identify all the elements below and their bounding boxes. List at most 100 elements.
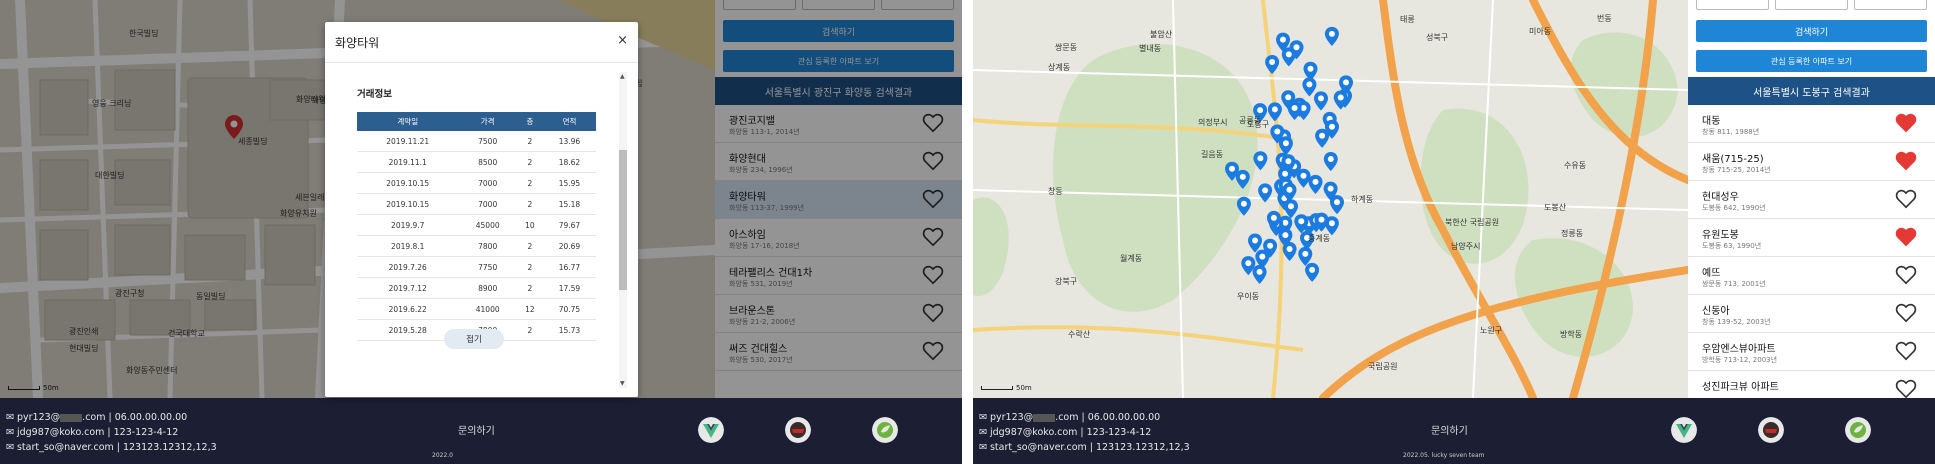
deal-cell: 8500 xyxy=(458,151,517,173)
map-place-label: 불암산 xyxy=(1150,30,1173,39)
fold-button[interactable]: 접기 xyxy=(444,329,504,349)
result-item[interactable]: 유원도봉 도봉동 63, 1990년 xyxy=(1688,219,1935,257)
contact-email[interactable]: jdg987@koko.com xyxy=(990,425,1077,440)
team-logo-icon[interactable] xyxy=(1758,417,1784,443)
apartment-name: 대동 xyxy=(1702,116,1721,127)
deal-cell: 8900 xyxy=(458,277,517,299)
map-place-label: 노원구 xyxy=(1480,326,1503,335)
spring-logo-icon[interactable] xyxy=(872,417,898,443)
spring-logo-icon[interactable] xyxy=(1845,417,1871,443)
search-sidebar: 검색하기 관심 등록한 아파트 보기 서울특별시 도봉구 검색결과 대동 창동 8… xyxy=(1688,0,1935,398)
contact-email[interactable]: start_so@naver.com xyxy=(990,440,1087,455)
scrollbar-thumb[interactable] xyxy=(619,150,627,290)
search-button[interactable]: 검색하기 xyxy=(1696,20,1927,42)
deal-cell: 12 xyxy=(516,298,543,320)
vue-logo-icon[interactable] xyxy=(698,417,724,443)
deal-cell: 2019.6.22 xyxy=(357,298,459,320)
city-select[interactable] xyxy=(1696,0,1769,10)
heart-filled-icon[interactable] xyxy=(1895,227,1917,247)
heart-filled-icon[interactable] xyxy=(1895,113,1917,133)
deal-cell: 15.73 xyxy=(542,319,596,341)
column-header: 층 xyxy=(516,112,543,131)
apartment-detail-modal: 화양타워 × 거래정보 계약일 가격 층 면적 2019.11.21 7500 2 1… xyxy=(325,22,638,397)
apartment-name: 신동아 xyxy=(1702,306,1730,317)
deal-info-heading: 거래정보 xyxy=(357,89,392,100)
mail-icon: ✉ xyxy=(6,412,14,423)
deal-cell: 7000 xyxy=(458,193,517,215)
map-place-label: 의정부시 xyxy=(1198,118,1228,127)
deal-table-header: 계약일 가격 층 면적 xyxy=(357,112,596,131)
apartment-address: 도봉동 642, 1990년 xyxy=(1702,204,1766,212)
contact-row: ✉ pyr123@ .com | 06.00.00.00.00 xyxy=(6,410,188,425)
heart-outline-icon[interactable] xyxy=(1895,265,1917,285)
map-view[interactable]: 북한산 국립공원 도봉산 수락산 불암산 도봉구 노원구 강북구 성북구 의정부시 국립공원 상계동… xyxy=(973,0,1688,398)
contact-phone: 123123.12312,12,3 xyxy=(1095,442,1190,453)
deal-cell: 2 xyxy=(516,319,543,341)
heart-outline-icon[interactable] xyxy=(1895,189,1917,209)
map-scale: 50m xyxy=(981,384,1032,392)
map-place-label: 미아동 xyxy=(1529,27,1552,36)
map-place-label: 강북구 xyxy=(1055,277,1078,286)
deal-cell: 2019.10.15 xyxy=(357,172,459,194)
deal-cell: 2019.11.1 xyxy=(357,151,459,173)
footer: ✉ pyr123@ .com | 06.00.00.00.00 ✉ jdg987@k… xyxy=(0,398,962,464)
deal-cell: 20.69 xyxy=(542,235,596,257)
scroll-up-icon[interactable]: ▲ xyxy=(620,73,625,80)
footer: ✉ pyr123@ .com | 06.00.00.00.00 ✉ jdg987@k… xyxy=(973,398,1935,464)
result-item[interactable]: 새움(715-25) 창동 715-25, 2014년 xyxy=(1688,143,1935,181)
result-item[interactable]: 신동아 창동 139-52, 2003년 xyxy=(1688,295,1935,333)
deal-table: 계약일 가격 층 면적 2019.11.21 7500 2 13.96 2019.11.… xyxy=(357,112,596,341)
modal-divider xyxy=(325,62,638,63)
apartment-name: 유원도봉 xyxy=(1702,230,1739,241)
dong-select[interactable] xyxy=(1854,0,1927,10)
column-header: 계약일 xyxy=(357,112,459,131)
inquiry-link[interactable]: 문의하기 xyxy=(1431,422,1468,437)
result-list: 대동 창동 811, 1988년 새움(715-25) 창동 715-25, 2014… xyxy=(1688,105,1935,398)
map-place-label: 북한산 국립공원 xyxy=(1445,218,1500,227)
contact-email[interactable]: pyr123@ .com xyxy=(17,410,106,425)
contact-email[interactable]: start_so@naver.com xyxy=(17,440,114,455)
mail-icon: ✉ xyxy=(6,427,14,438)
deal-cell: 2019.10.15 xyxy=(357,193,459,215)
deal-cell: 7800 xyxy=(458,235,517,257)
column-header: 면적 xyxy=(542,112,596,131)
scroll-down-icon[interactable]: ▼ xyxy=(620,380,625,387)
deal-cell: 2019.11.21 xyxy=(357,131,459,152)
map-place-label: 길음동 xyxy=(1201,150,1224,159)
deal-cell: 2 xyxy=(516,151,543,173)
heart-outline-icon[interactable] xyxy=(1895,341,1917,361)
deal-cell: 2 xyxy=(516,131,543,152)
modal-scrollbar[interactable]: ▲ ▼ xyxy=(619,72,627,388)
deal-row: 2019.10.15 7000 2 15.95 xyxy=(357,172,596,194)
close-icon[interactable]: × xyxy=(617,33,628,48)
map-place-label: 월계동 xyxy=(1120,254,1143,263)
contact-phone: 123-123-4-12 xyxy=(1086,427,1152,438)
vue-logo-icon[interactable] xyxy=(1671,417,1697,443)
heart-outline-icon[interactable] xyxy=(1895,303,1917,323)
apartment-name: 현대성우 xyxy=(1702,192,1739,203)
result-item[interactable]: 현대성우 도봉동 642, 1990년 xyxy=(1688,181,1935,219)
apartment-name: 우암엔스뷰아파트 xyxy=(1702,344,1776,355)
deal-cell: 2019.8.1 xyxy=(357,235,459,257)
district-select[interactable] xyxy=(1775,0,1848,10)
result-header: 서울특별시 도봉구 검색결과 xyxy=(1688,77,1935,105)
deal-cell: 2 xyxy=(516,277,543,299)
map-place-label: 수락산 xyxy=(1068,330,1091,339)
heart-outline-icon[interactable] xyxy=(1895,379,1917,398)
result-item[interactable]: 예뜨 쌍문동 713, 2001년 xyxy=(1688,257,1935,295)
result-item[interactable]: 성진파크뷰 아파트 xyxy=(1688,371,1935,398)
team-logo-icon[interactable] xyxy=(785,417,811,443)
heart-filled-icon[interactable] xyxy=(1895,151,1917,171)
deal-cell: 7750 xyxy=(458,256,517,278)
apartment-name: 예뜨 xyxy=(1702,268,1721,279)
result-item[interactable]: 대동 창동 811, 1988년 xyxy=(1688,105,1935,143)
favorite-apartments-button[interactable]: 관심 등록한 아파트 보기 xyxy=(1696,50,1927,72)
deal-cell: 17.59 xyxy=(542,277,596,299)
contact-email[interactable]: pyr123@ .com xyxy=(990,410,1079,425)
left-screenshot-panel: 스타벅스영웅 크리닝세븐일레븐광진인쇄블루밍마트동일빌딩펠리스빌딩세진빌딩가나빌… xyxy=(0,0,962,464)
map-place-label: 중계동 xyxy=(1308,234,1331,243)
contact-email[interactable]: jdg987@koko.com xyxy=(17,425,104,440)
inquiry-link[interactable]: 문의하기 xyxy=(458,422,495,437)
result-item[interactable]: 우암엔스뷰아파트 방학동 713-12, 2003년 xyxy=(1688,333,1935,371)
mail-icon: ✉ xyxy=(6,442,14,453)
